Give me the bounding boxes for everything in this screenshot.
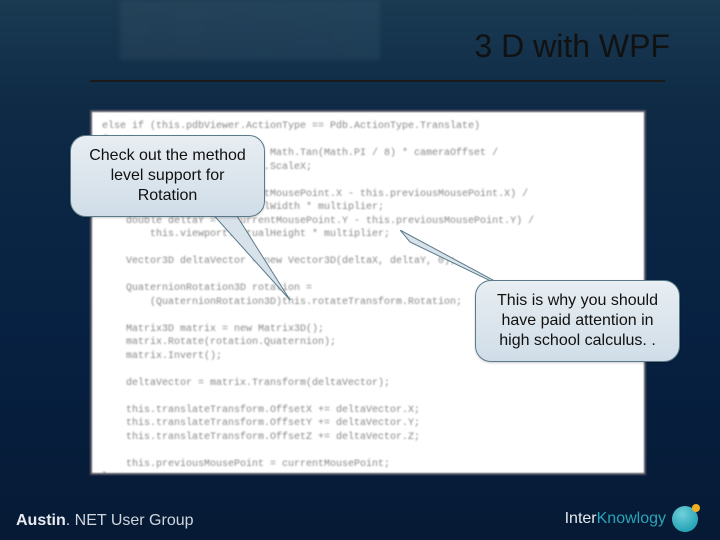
footer-group-city: Austin — [16, 512, 66, 529]
title-underline — [90, 80, 665, 82]
slide: 3 D with WPF else if (this.pdbViewer.Act… — [0, 0, 720, 540]
callout-rotation: Check out the method level support for R… — [70, 135, 265, 217]
footer-group-rest: . NET User Group — [66, 512, 194, 529]
company-part-b: Knowlogy — [597, 510, 666, 527]
footer-group: Austin. NET User Group — [16, 512, 194, 530]
slide-title: 3 D with WPF — [474, 28, 670, 65]
footer-company: InterKnowlogy — [565, 506, 698, 532]
background-decoration — [120, 0, 380, 60]
company-logo-icon — [672, 506, 698, 532]
callout-calculus: This is why you should have paid attenti… — [475, 280, 680, 362]
company-part-a: Inter — [565, 510, 597, 527]
footer: Austin. NET User Group InterKnowlogy — [0, 492, 720, 540]
company-name: InterKnowlogy — [565, 510, 666, 528]
